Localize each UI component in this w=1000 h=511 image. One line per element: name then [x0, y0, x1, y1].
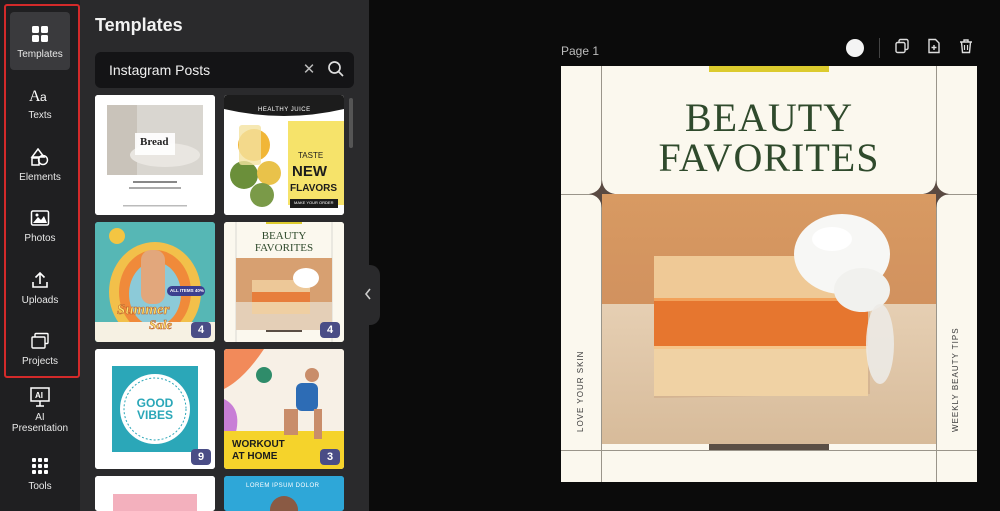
template-text: Bread	[140, 136, 169, 148]
rail-item-tools[interactable]: Tools	[10, 444, 70, 502]
toolbar-divider	[879, 38, 880, 58]
panel-title: Templates	[95, 15, 183, 35]
delete-page-button[interactable]	[956, 38, 976, 58]
duplicate-page-button[interactable]	[892, 38, 912, 58]
template-text: Sale	[149, 317, 173, 333]
templates-icon	[29, 23, 51, 45]
template-text: AT HOME	[232, 451, 278, 462]
canvas-title-line: BEAUTY	[684, 95, 854, 140]
text-icon: Aa	[29, 84, 51, 106]
template-text: BEAUTY	[261, 230, 307, 242]
rail-item-photos[interactable]: Photos	[10, 196, 70, 254]
trash-icon	[958, 38, 974, 59]
rail-item-elements[interactable]: Elements	[10, 135, 70, 193]
template-text: ALL ITEMS 40%	[170, 288, 204, 293]
rail-label: Photos	[24, 232, 56, 244]
add-page-button[interactable]	[924, 38, 944, 58]
template-text: HEALTHY JUICE	[258, 107, 311, 113]
rail-label: Tools	[28, 480, 52, 492]
template-text: FAVORITES	[254, 242, 314, 254]
design-canvas[interactable]: BEAUTY FAVORITES LOVE YOUR SKIN WEEKLY B…	[561, 66, 977, 482]
rail-item-texts[interactable]: Aa Texts	[10, 73, 70, 131]
grid-icon	[29, 455, 51, 477]
rail-label: Elements	[19, 171, 61, 183]
upload-icon	[29, 269, 51, 291]
canvas-photo-soap[interactable]	[602, 194, 936, 444]
rail-item-projects[interactable]: Projects	[10, 319, 70, 377]
template-thumb-lorem[interactable]: LOREM IPSUM DOLOR	[224, 476, 344, 511]
panel-scrollbar[interactable]	[349, 98, 353, 148]
search-icon[interactable]	[327, 60, 347, 80]
rail-label: Texts	[28, 109, 52, 121]
template-text: TASTE	[298, 151, 324, 160]
page-count-badge: 3	[320, 449, 340, 465]
template-thumb-summer-sale[interactable]: ALL ITEMS 40% Summer Sale 4	[95, 222, 215, 342]
canvas-title[interactable]: BEAUTY FAVORITES	[561, 98, 977, 178]
rail-item-ai-presentation[interactable]: AI AI Presentation	[10, 382, 70, 438]
right-vertical-text[interactable]: WEEKLY BEAUTY TIPS	[951, 327, 960, 432]
rail-label: Projects	[21, 355, 59, 367]
search-input[interactable]	[109, 52, 289, 88]
template-text: VIBES	[136, 408, 173, 422]
template-text: WORKOUT	[232, 439, 285, 450]
chevron-left-icon	[363, 287, 373, 306]
left-vertical-text[interactable]: LOVE YOUR SKIN	[576, 351, 585, 432]
shapes-icon	[29, 146, 51, 168]
close-icon[interactable]: ✕	[300, 61, 318, 79]
page-count-badge: 4	[191, 322, 211, 338]
canvas-bottom-bar	[709, 444, 829, 450]
rail-item-templates[interactable]: Templates	[10, 12, 70, 70]
templates-panel: Templates ✕ Bread	[80, 0, 369, 511]
color-swatch-icon	[846, 39, 864, 57]
page-count-badge: 9	[191, 449, 211, 465]
template-thumb-beauty-favorites[interactable]: BEAUTY FAVORITES 4	[224, 222, 344, 342]
rail-label: AI Presentation	[11, 412, 69, 434]
canvas-top-bar	[709, 66, 829, 72]
template-text: NEW	[292, 163, 327, 180]
projects-icon	[29, 330, 51, 352]
add-page-icon	[926, 38, 942, 59]
canvas-guide-line	[561, 450, 977, 451]
page-label: Page 1	[561, 44, 600, 58]
svg-text:a: a	[40, 90, 47, 104]
template-thumb-workout[interactable]: WORKOUT AT HOME 3	[224, 349, 344, 469]
template-thumb-healthy-juice[interactable]: HEALTHY JUICE TASTE NEW FLAVORS MAKE YOU…	[224, 95, 344, 215]
presentation-icon: AI	[29, 386, 51, 408]
duplicate-icon	[894, 38, 910, 59]
svg-text:AI: AI	[35, 391, 43, 400]
left-rail: Templates Aa Texts Elements Photos Uploa…	[0, 0, 80, 511]
template-thumb-good-vibes[interactable]: GOOD VIBES 9	[95, 349, 215, 469]
template-text: MAKE YOUR ORDER	[294, 200, 334, 205]
collapse-panel-button[interactable]	[358, 265, 380, 325]
image-icon	[29, 207, 51, 229]
template-thumb-bread[interactable]: Bread	[95, 95, 215, 215]
canvas-title-line: FAVORITES	[658, 135, 880, 180]
search-box: ✕	[95, 52, 354, 88]
template-thumb-pink[interactable]	[95, 476, 215, 511]
page-count-badge: 4	[320, 322, 340, 338]
rail-label: Uploads	[21, 294, 59, 306]
color-swatch-button[interactable]	[845, 38, 865, 58]
template-text: FLAVORS	[290, 183, 338, 194]
template-text: LOREM IPSUM DOLOR	[246, 483, 320, 489]
rail-label: Templates	[17, 48, 63, 60]
rail-item-uploads[interactable]: Uploads	[10, 258, 70, 316]
